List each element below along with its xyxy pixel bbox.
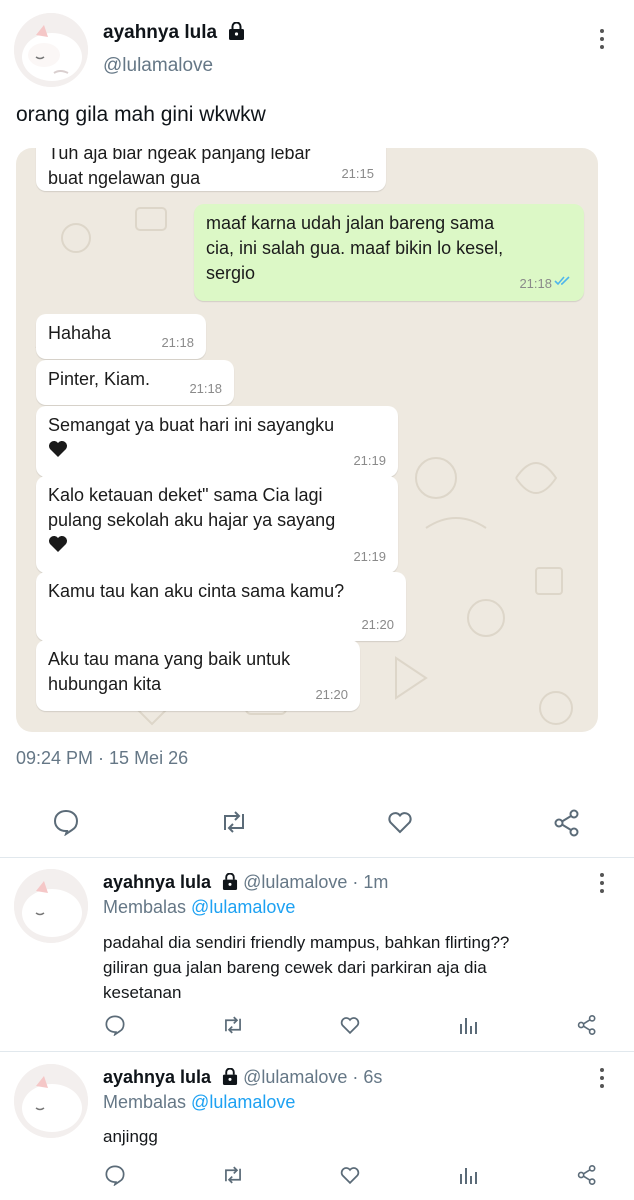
chat-message-incoming: Semangat ya buat hari ini sayangku 21:19 xyxy=(36,406,398,477)
chat-screenshot: Tuh aja biar ngeak panjang lebar buat ng… xyxy=(16,148,598,732)
chat-message-text: cia, ini salah gua. maaf bikin lo kesel, xyxy=(206,238,504,258)
double-check-icon xyxy=(554,268,572,293)
reply-author-name[interactable]: ayahnya lula xyxy=(103,872,211,892)
chat-message-text: Kamu tau kan aku cinta sama kamu? xyxy=(48,581,345,601)
chat-message-text: Semangat ya buat hari ini sayangku xyxy=(48,415,335,435)
lock-icon xyxy=(228,21,245,46)
retweet-icon[interactable] xyxy=(220,1164,246,1186)
share-icon[interactable] xyxy=(552,808,582,838)
black-heart-icon xyxy=(48,535,68,553)
chat-message-time: 21:18 xyxy=(519,276,552,291)
chat-message-text: sergio xyxy=(206,263,256,283)
chat-message-partial: Tuh aja biar ngeak panjang lebar buat ng… xyxy=(36,148,386,191)
chat-message-incoming: Kalo ketauan deket" sama Cia lagi pulang… xyxy=(36,476,398,573)
share-icon[interactable] xyxy=(576,1014,598,1036)
chat-message-time: 21:20 xyxy=(361,617,394,632)
author-avatar[interactable] xyxy=(14,13,88,87)
reply-meta: @lulamalove · 1m xyxy=(243,872,389,892)
reply-avatar[interactable] xyxy=(14,869,88,943)
chat-message-time: 21:19 xyxy=(353,453,386,468)
chat-message-incoming: Hahaha 21:18 xyxy=(36,314,206,359)
more-vertical-icon[interactable] xyxy=(599,1068,605,1092)
heart-icon[interactable] xyxy=(339,1164,361,1186)
chat-message-text: Kalo ketauan deket" sama Cia lagi xyxy=(48,485,323,505)
heart-icon[interactable] xyxy=(339,1014,361,1036)
chat-message-time: 21:20 xyxy=(315,687,348,702)
tweet-timestamp[interactable]: 09:24 PM · 15 Mei 26 xyxy=(16,748,188,769)
chat-message-text: Pinter, Kiam. xyxy=(48,369,151,389)
reply-text-line: anjingg xyxy=(103,1127,158,1146)
chat-message-time: 21:15 xyxy=(341,166,374,181)
author-name[interactable]: ayahnya lula xyxy=(103,21,245,46)
reply-header: ayahnya lula @lulamalove · 6s xyxy=(103,1067,382,1090)
chat-message-text: maaf karna udah jalan bareng sama xyxy=(206,213,495,233)
chat-message-text: Hahaha xyxy=(48,323,112,343)
more-vertical-icon[interactable] xyxy=(599,873,605,897)
replying-to: Membalas @lulamalove xyxy=(103,897,295,918)
retweet-icon[interactable] xyxy=(218,808,250,836)
chat-message-incoming: Kamu tau kan aku cinta sama kamu? 21:20 xyxy=(36,572,406,641)
share-icon[interactable] xyxy=(576,1164,598,1186)
chat-message-time: 21:19 xyxy=(353,549,386,564)
replying-label: Membalas xyxy=(103,1092,187,1112)
reply-text-line: padahal dia sendiri friendly mampus, bah… xyxy=(103,933,510,952)
comment-icon[interactable] xyxy=(104,1014,126,1036)
tweet-text: orang gila mah gini wkwkw xyxy=(16,103,266,126)
comment-icon[interactable] xyxy=(52,808,80,836)
chat-message-text: Tuh aja biar ngeak panjang lebar xyxy=(48,148,311,163)
reply-text: padahal dia sendiri friendly mampus, bah… xyxy=(103,930,603,1005)
bar-chart-icon[interactable] xyxy=(458,1014,478,1036)
replying-to-link[interactable]: @lulamalove xyxy=(191,897,295,917)
bar-chart-icon[interactable] xyxy=(458,1164,478,1186)
lock-icon xyxy=(222,872,238,895)
chat-message-text: buat ngelawan gua xyxy=(48,168,201,188)
divider xyxy=(0,857,634,858)
replying-label: Membalas xyxy=(103,897,187,917)
reply-header: ayahnya lula @lulamalove · 1m xyxy=(103,872,388,895)
chat-message-text: Aku tau mana yang baik untuk xyxy=(48,649,291,669)
reply-text: anjingg xyxy=(103,1124,603,1149)
reply-author-name[interactable]: ayahnya lula xyxy=(103,1067,211,1087)
black-heart-icon xyxy=(48,440,68,458)
reply-text-line: giliran gua jalan bareng cewek dari park… xyxy=(103,958,487,977)
retweet-icon[interactable] xyxy=(220,1014,246,1036)
chat-message-time: 21:18 xyxy=(189,381,222,396)
reply-text-line: kesetanan xyxy=(103,983,182,1002)
lock-icon xyxy=(222,1067,238,1090)
replying-to-link[interactable]: @lulamalove xyxy=(191,1092,295,1112)
replying-to: Membalas @lulamalove xyxy=(103,1092,295,1113)
chat-message-incoming: Pinter, Kiam. 21:18 xyxy=(36,360,234,405)
comment-icon[interactable] xyxy=(104,1164,126,1186)
divider xyxy=(0,1051,634,1052)
chat-message-outgoing: maaf karna udah jalan bareng sama cia, i… xyxy=(194,204,584,301)
reply-meta: @lulamalove · 6s xyxy=(243,1067,383,1087)
chat-message-incoming: Aku tau mana yang baik untuk hubungan ki… xyxy=(36,640,360,711)
reply-avatar[interactable] xyxy=(14,1064,88,1138)
more-vertical-icon[interactable] xyxy=(599,29,605,53)
heart-icon[interactable] xyxy=(386,808,414,836)
author-handle[interactable]: @lulamalove xyxy=(103,55,213,77)
chat-message-text: pulang sekolah aku hajar ya sayang xyxy=(48,510,336,530)
chat-message-time: 21:18 xyxy=(161,335,194,350)
chat-message-text: hubungan kita xyxy=(48,674,162,694)
